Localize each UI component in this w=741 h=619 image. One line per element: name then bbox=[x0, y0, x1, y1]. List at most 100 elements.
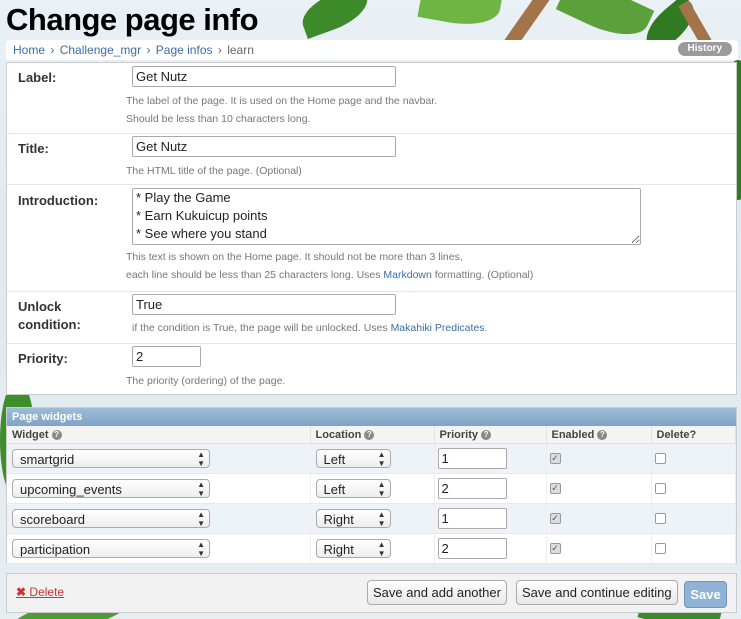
priority-cell: 2 bbox=[434, 473, 547, 504]
location-select[interactable]: Left ▲ ▼ bbox=[315, 479, 391, 498]
breadcrumb-bar: Home › Challenge_mgr › Page infos › lear… bbox=[6, 40, 738, 60]
widget-select[interactable]: smartgrid ▲ ▼ bbox=[12, 449, 210, 468]
markdown-link[interactable]: Markdown bbox=[383, 269, 431, 281]
widget-select-value: smartgrid bbox=[20, 452, 75, 467]
save-and-add-another-button[interactable]: Save and add another bbox=[367, 580, 507, 605]
widget-priority-input[interactable]: 2 bbox=[437, 538, 507, 559]
introduction-field-label: Introduction: bbox=[18, 193, 99, 208]
introduction-help-line: This text is shown on the Home page. It … bbox=[126, 251, 463, 263]
delete-checkbox[interactable] bbox=[654, 543, 666, 555]
priority-cell: 1 bbox=[434, 443, 547, 474]
help-icon[interactable]: ? bbox=[51, 429, 62, 440]
delete-cell bbox=[651, 503, 736, 534]
form-row-label: Label: The label of the page. It is used… bbox=[7, 63, 736, 134]
enabled-checkbox[interactable]: ✓ bbox=[549, 513, 561, 525]
page-title: Change page info bbox=[6, 2, 259, 37]
label-help-line: Should be less than 10 characters long. bbox=[126, 113, 311, 125]
label-field-label: Label: bbox=[18, 70, 57, 85]
page-widgets-title: Page widgets bbox=[7, 408, 736, 426]
delete-x-icon: ✖ bbox=[16, 585, 27, 599]
column-header-label: Location bbox=[315, 428, 362, 441]
column-header-enabled: Enabled? bbox=[546, 426, 652, 444]
leaf-decoration bbox=[417, 0, 503, 31]
introduction-textarea[interactable]: * Play the Game * Earn Kukuicup points *… bbox=[132, 188, 641, 245]
form-row-unlock-condition: Unlock condition: if the condition is Tr… bbox=[7, 292, 736, 344]
introduction-help-line: each line should be less than 25 charact… bbox=[126, 266, 533, 284]
label-help-text: The label of the page. It is used on the… bbox=[126, 92, 437, 128]
breadcrumb: Home › Challenge_mgr › Page infos › lear… bbox=[13, 43, 254, 57]
widget-cell: participation ▲ ▼ bbox=[7, 533, 311, 564]
history-button[interactable]: History bbox=[677, 42, 732, 56]
widget-select-value: scoreboard bbox=[20, 512, 86, 527]
breadcrumb-home-link[interactable]: Home bbox=[13, 43, 45, 57]
form-row-priority: Priority: The priority (ordering) of the… bbox=[7, 344, 736, 395]
column-header-priority: Priority? bbox=[434, 426, 547, 444]
enabled-cell: ✓ bbox=[546, 503, 652, 534]
priority-help-text: The priority (ordering) of the page. bbox=[126, 375, 286, 387]
priority-cell: 2 bbox=[434, 533, 547, 564]
table-row: smartgrid ▲ ▼ Left ▲ ▼ 1 ✓ bbox=[7, 443, 736, 474]
enabled-checkbox[interactable]: ✓ bbox=[549, 543, 561, 555]
priority-input[interactable] bbox=[132, 346, 201, 367]
breadcrumb-current: learn bbox=[227, 43, 254, 57]
delete-checkbox[interactable] bbox=[654, 453, 666, 465]
column-header-label: Widget bbox=[12, 428, 49, 441]
select-arrows-icon: ▲ ▼ bbox=[197, 510, 205, 528]
widget-priority-input[interactable]: 2 bbox=[437, 478, 507, 499]
widget-select[interactable]: upcoming_events ▲ ▼ bbox=[12, 479, 210, 498]
location-select-value: Right bbox=[323, 512, 354, 527]
column-header-delete: Delete? bbox=[651, 426, 736, 444]
delete-checkbox[interactable] bbox=[654, 513, 666, 525]
form-row-introduction: Introduction: * Play the Game * Earn Kuk… bbox=[7, 185, 736, 292]
delete-link[interactable]: ✖ Delete bbox=[16, 585, 64, 599]
enabled-checkbox[interactable]: ✓ bbox=[549, 453, 561, 465]
widget-cell: smartgrid ▲ ▼ bbox=[7, 443, 311, 474]
label-input[interactable] bbox=[132, 66, 396, 87]
save-button[interactable]: Save bbox=[684, 581, 727, 608]
widget-select[interactable]: scoreboard ▲ ▼ bbox=[12, 509, 210, 528]
widget-select[interactable]: participation ▲ ▼ bbox=[12, 539, 210, 558]
help-icon[interactable]: ? bbox=[364, 429, 375, 440]
save-and-continue-editing-button[interactable]: Save and continue editing bbox=[516, 580, 678, 605]
unlock-help-text: if the condition is True, the page will … bbox=[132, 319, 487, 337]
location-cell: Right ▲ ▼ bbox=[310, 533, 435, 564]
unlock-condition-field-label: Unlock condition: bbox=[18, 298, 81, 334]
select-arrows-icon: ▲ ▼ bbox=[197, 450, 205, 468]
column-header-widget: Widget? bbox=[7, 426, 311, 444]
table-header-row: Widget? Location? Priority? Enabled? Del… bbox=[7, 426, 736, 444]
table-row: scoreboard ▲ ▼ Right ▲ ▼ 1 ✓ bbox=[7, 503, 736, 534]
makahiki-predicates-link[interactable]: Makahiki Predicates bbox=[391, 322, 485, 334]
breadcrumb-separator: › bbox=[146, 43, 151, 57]
unlock-help-text-part: . bbox=[484, 322, 488, 334]
location-select[interactable]: Right ▲ ▼ bbox=[315, 509, 391, 528]
label-help-line: The label of the page. It is used on the… bbox=[126, 95, 438, 107]
unlock-help-text-part: if the condition is True, the page will … bbox=[132, 322, 391, 334]
breadcrumb-app-link[interactable]: Challenge_mgr bbox=[60, 43, 141, 57]
widget-priority-input[interactable]: 1 bbox=[437, 508, 507, 529]
page-info-form: Label: The label of the page. It is used… bbox=[6, 62, 737, 395]
breadcrumb-model-link[interactable]: Page infos bbox=[156, 43, 213, 57]
enabled-cell: ✓ bbox=[546, 533, 652, 564]
select-arrows-icon: ▲ ▼ bbox=[377, 480, 386, 498]
delete-checkbox[interactable] bbox=[654, 483, 666, 495]
priority-field-label: Priority: bbox=[18, 351, 68, 366]
table-row: upcoming_events ▲ ▼ Left ▲ ▼ 2 ✓ bbox=[7, 473, 736, 504]
enabled-checkbox[interactable]: ✓ bbox=[549, 483, 561, 495]
help-icon[interactable]: ? bbox=[597, 429, 608, 440]
help-icon[interactable]: ? bbox=[481, 429, 492, 440]
location-select[interactable]: Left ▲ ▼ bbox=[315, 449, 391, 468]
unlock-condition-input[interactable] bbox=[132, 294, 396, 315]
breadcrumb-separator: › bbox=[50, 43, 55, 57]
title-help-text: The HTML title of the page. (Optional) bbox=[126, 165, 302, 177]
introduction-help-text: This text is shown on the Home page. It … bbox=[126, 248, 533, 284]
location-select[interactable]: Right ▲ ▼ bbox=[315, 539, 391, 558]
select-arrows-icon: ▲ ▼ bbox=[197, 540, 205, 558]
location-cell: Left ▲ ▼ bbox=[310, 473, 435, 504]
column-header-label: Delete? bbox=[656, 428, 697, 441]
title-input[interactable] bbox=[132, 136, 396, 157]
widget-select-value: participation bbox=[20, 542, 91, 557]
title-field-label: Title: bbox=[18, 141, 49, 156]
widget-priority-input[interactable]: 1 bbox=[437, 448, 507, 469]
introduction-help-text-part: each line should be less than 25 charact… bbox=[126, 269, 384, 281]
table-row: participation ▲ ▼ Right ▲ ▼ 2 ✓ bbox=[7, 533, 736, 564]
